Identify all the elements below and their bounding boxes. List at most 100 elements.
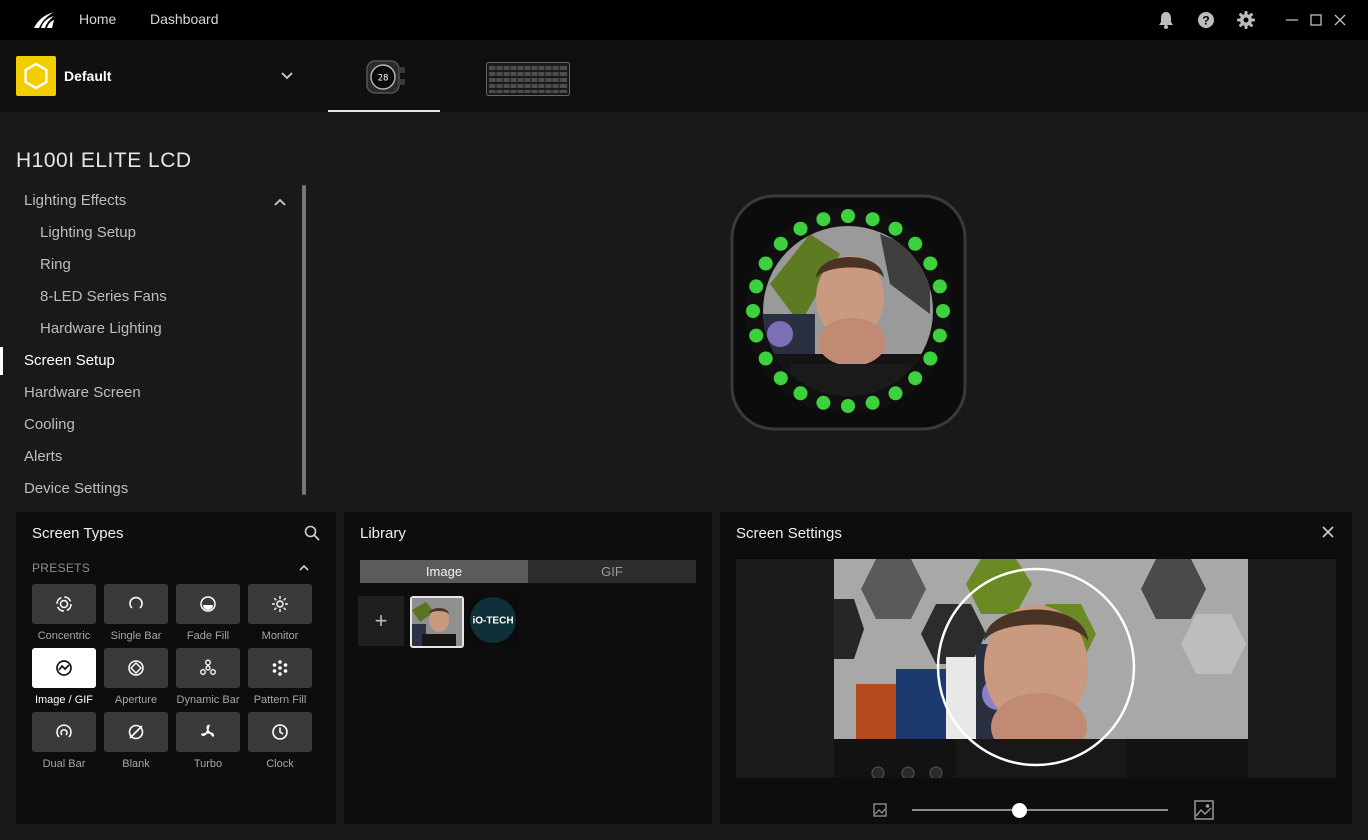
led-dot bbox=[749, 328, 764, 343]
profile-name[interactable]: Default bbox=[64, 68, 111, 84]
sidebar-item-alerts[interactable]: Alerts bbox=[24, 448, 62, 465]
led-dot bbox=[773, 236, 788, 251]
blank-icon bbox=[128, 724, 144, 740]
close-icon[interactable] bbox=[1321, 525, 1335, 539]
screen-types-title: Screen Types bbox=[32, 525, 124, 542]
library-thumb-portrait[interactable] bbox=[410, 596, 464, 648]
profile-icon[interactable] bbox=[16, 56, 56, 96]
chevron-up-icon[interactable] bbox=[273, 195, 287, 209]
tile-turbo[interactable] bbox=[176, 712, 240, 752]
image-large-icon[interactable] bbox=[1194, 800, 1214, 820]
single-bar-icon bbox=[129, 596, 143, 609]
tile-label-turbo: Turbo bbox=[193, 758, 223, 770]
tile-image-gif[interactable] bbox=[32, 648, 96, 688]
screen-settings-title: Screen Settings bbox=[736, 525, 842, 542]
sidebar-item-screen-setup[interactable]: Screen Setup bbox=[24, 352, 115, 369]
maximize-icon[interactable] bbox=[1308, 12, 1324, 28]
chevron-down-icon[interactable] bbox=[280, 69, 294, 83]
device-preview bbox=[730, 194, 967, 431]
led-dot bbox=[758, 351, 773, 366]
tile-monitor[interactable] bbox=[248, 584, 312, 624]
device-tab-cooler[interactable]: 28 bbox=[328, 40, 440, 112]
top-bar: Home Dashboard ? bbox=[0, 0, 1368, 40]
hexagon-icon bbox=[24, 62, 48, 90]
gear-icon[interactable] bbox=[1236, 10, 1256, 30]
sidebar-item-lighting-effects[interactable]: Lighting Effects bbox=[24, 192, 126, 209]
tile-label-concentric: Concentric bbox=[37, 630, 91, 642]
library-thumb-io-tech[interactable]: iO-TECH bbox=[468, 596, 522, 648]
tile-pattern-fill[interactable] bbox=[248, 648, 312, 688]
chevron-up-icon[interactable] bbox=[298, 562, 310, 574]
led-dot bbox=[749, 279, 764, 294]
led-dot bbox=[793, 221, 808, 236]
led-dot bbox=[908, 371, 923, 386]
svg-text:?: ? bbox=[1202, 14, 1209, 28]
device-title: H100I ELITE LCD bbox=[16, 149, 192, 172]
bell-icon[interactable] bbox=[1156, 10, 1176, 30]
zoom-slider-knob[interactable] bbox=[1012, 803, 1028, 818]
device-temp-readout: 28 bbox=[378, 74, 389, 84]
tab-gif[interactable]: GIF bbox=[528, 560, 696, 583]
screen-settings-panel: Screen Settings bbox=[720, 512, 1352, 824]
led-dot bbox=[773, 371, 788, 386]
sidebar-item-cooling[interactable]: Cooling bbox=[24, 416, 75, 433]
tile-blank[interactable] bbox=[104, 712, 168, 752]
library-title: Library bbox=[360, 525, 406, 542]
dual-bar-icon bbox=[56, 724, 72, 738]
led-dot bbox=[841, 209, 855, 223]
tile-label-dynamic-bar: Dynamic Bar bbox=[176, 694, 240, 706]
sidebar-item-hardware-lighting[interactable]: Hardware Lighting bbox=[40, 320, 162, 337]
tile-label-fade-fill: Fade Fill bbox=[186, 630, 230, 642]
image-editor[interactable] bbox=[736, 559, 1336, 778]
tile-aperture[interactable] bbox=[104, 648, 168, 688]
image-small-icon[interactable] bbox=[873, 803, 887, 817]
profile-bar: Default 28 bbox=[0, 40, 1368, 112]
nav-dashboard[interactable]: Dashboard bbox=[150, 11, 219, 27]
sidebar-item-device-settings[interactable]: Device Settings bbox=[24, 480, 128, 497]
tile-dynamic-bar[interactable] bbox=[176, 648, 240, 688]
add-image-button[interactable]: + bbox=[358, 596, 404, 646]
search-icon[interactable] bbox=[304, 525, 320, 541]
corsair-logo-icon[interactable] bbox=[32, 8, 56, 32]
tile-fade-fill[interactable] bbox=[176, 584, 240, 624]
aperture-icon bbox=[128, 660, 144, 676]
tile-label-monitor: Monitor bbox=[261, 630, 299, 642]
led-dot bbox=[923, 351, 938, 366]
tile-single-bar[interactable] bbox=[104, 584, 168, 624]
clock-icon bbox=[272, 724, 288, 740]
sidebar-item-lighting-setup[interactable]: Lighting Setup bbox=[40, 224, 136, 241]
sidebar-item-8-led-series-fans[interactable]: 8-LED Series Fans bbox=[40, 288, 167, 305]
portrait-thumbnail bbox=[412, 598, 462, 646]
library-panel: Library Image GIF + iO-TECH bbox=[344, 512, 712, 824]
tile-concentric[interactable] bbox=[32, 584, 96, 624]
screen-types-panel: Screen Types PRESETS Concentric Single B… bbox=[16, 512, 336, 824]
tile-label-dual-bar: Dual Bar bbox=[42, 758, 86, 770]
tile-label-single-bar: Single Bar bbox=[110, 630, 162, 642]
tile-label-blank: Blank bbox=[122, 758, 150, 770]
device-tab-keyboard[interactable] bbox=[476, 40, 580, 112]
sidebar-item-ring[interactable]: Ring bbox=[40, 256, 71, 273]
tile-dual-bar[interactable] bbox=[32, 712, 96, 752]
sidebar-item-hardware-screen[interactable]: Hardware Screen bbox=[24, 384, 141, 401]
tile-clock[interactable] bbox=[248, 712, 312, 752]
nav-home[interactable]: Home bbox=[79, 11, 116, 27]
led-dot bbox=[758, 256, 773, 271]
close-icon[interactable] bbox=[1332, 12, 1348, 28]
tab-image[interactable]: Image bbox=[360, 560, 528, 583]
led-dot bbox=[908, 236, 923, 251]
zoom-slider-track[interactable] bbox=[912, 809, 1168, 811]
sidebar-scrollbar[interactable] bbox=[302, 185, 306, 495]
led-dot bbox=[888, 386, 903, 401]
led-dot bbox=[932, 279, 947, 294]
minimize-icon[interactable] bbox=[1284, 12, 1300, 28]
plus-icon: + bbox=[374, 608, 388, 633]
led-dot bbox=[816, 212, 831, 227]
concentric-icon bbox=[56, 596, 72, 612]
keyboard-icon bbox=[486, 62, 570, 96]
pump-head-icon: 28 bbox=[366, 60, 405, 94]
help-icon[interactable]: ? bbox=[1196, 10, 1216, 30]
monitor-icon bbox=[272, 596, 288, 612]
image-gif-icon bbox=[56, 660, 72, 676]
turbo-icon bbox=[200, 724, 215, 738]
pattern-fill-icon bbox=[272, 660, 288, 676]
